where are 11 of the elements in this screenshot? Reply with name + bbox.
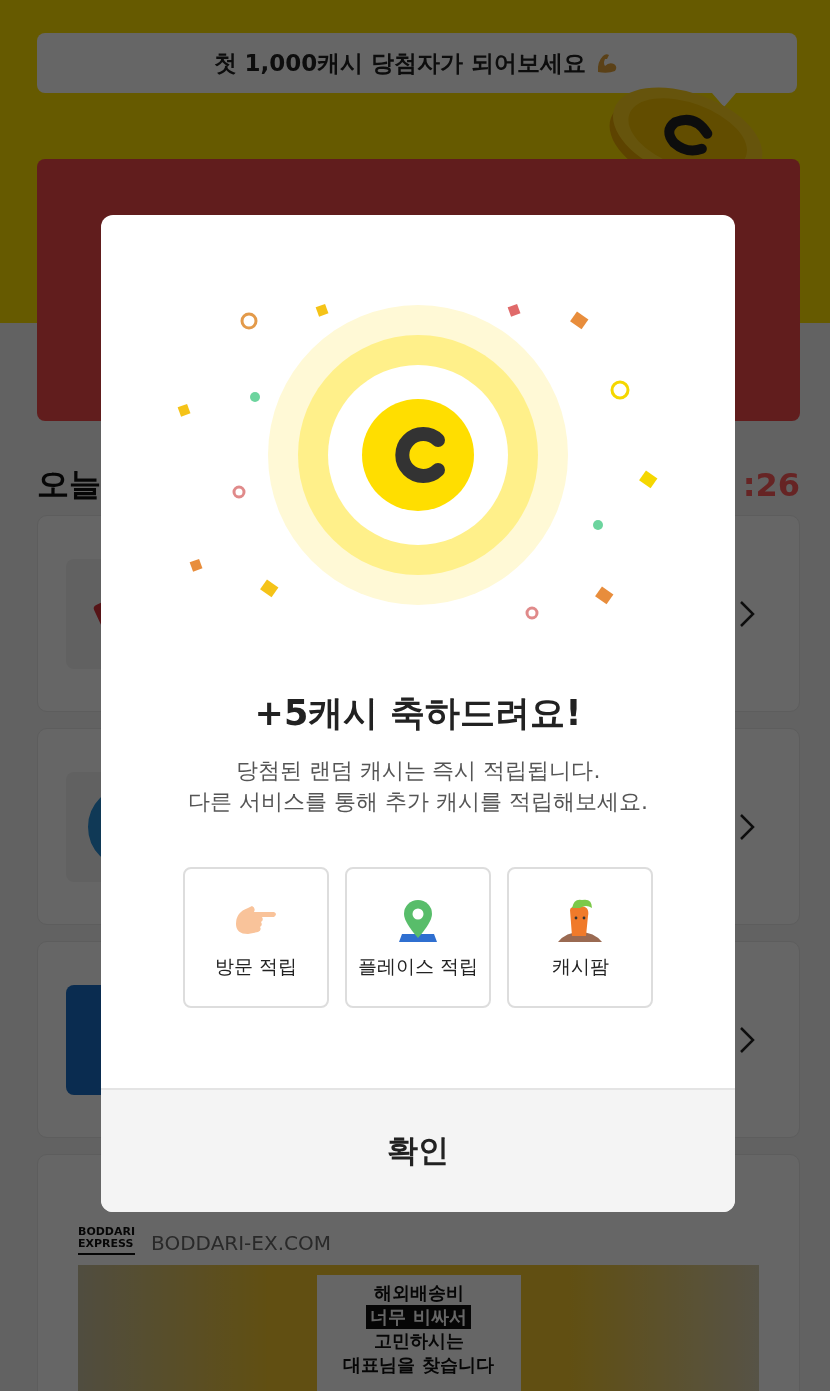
- banner-text: 대표님을 찾습니다: [343, 1353, 494, 1377]
- banner-text: 너무 비싸서: [366, 1305, 471, 1329]
- banner-text: 고민하시는: [373, 1329, 464, 1353]
- dialog-title: +5캐시 축하드려요!: [253, 692, 583, 735]
- banner-text: 해외배송비: [373, 1281, 464, 1305]
- ad-domain: BODDARI-EX.COM: [151, 1231, 331, 1255]
- dialog-message: 당첨된 랜덤 캐시는 즉시 적립됩니다. 다른 서비스를 통해 추가 캐시를 적립해보세요.: [187, 757, 649, 816]
- brand-logo: BODDARI EXPRESS: [78, 1225, 136, 1255]
- countdown-timer: :26: [742, 466, 800, 504]
- section-title: 오늘: [37, 464, 101, 505]
- tip-text: 첫 1,000캐시 당첨자가 되어보세요: [213, 48, 587, 78]
